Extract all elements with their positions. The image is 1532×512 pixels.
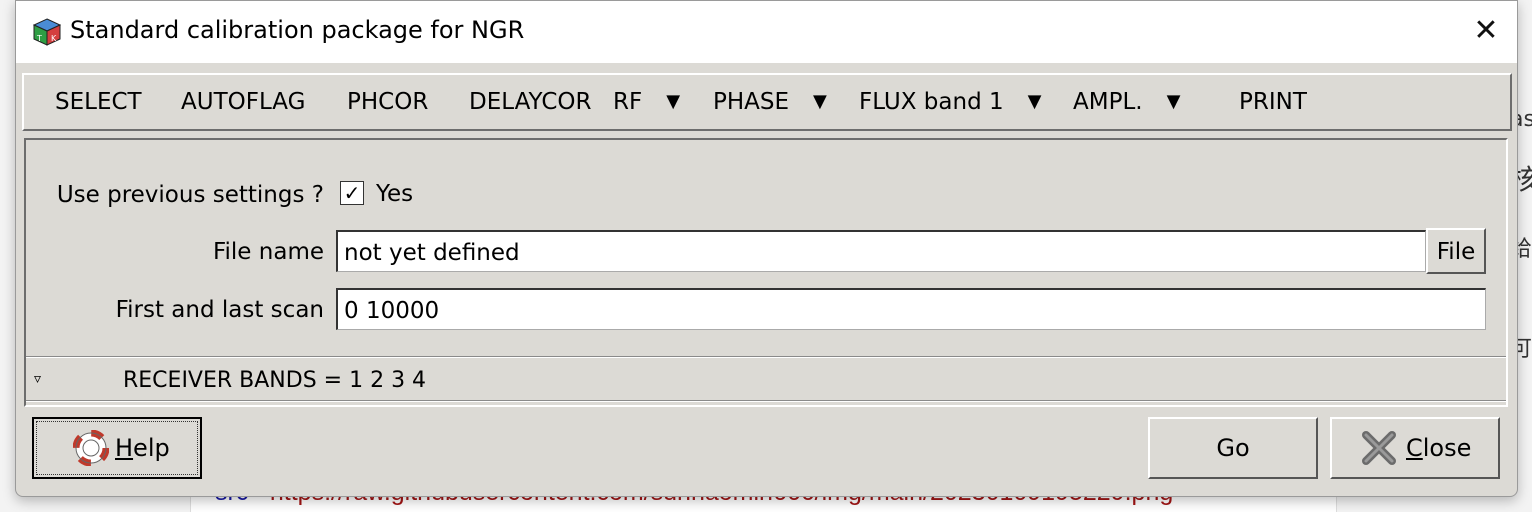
svg-text:K: K xyxy=(51,34,57,43)
scan-range-input[interactable]: 0 10000 xyxy=(336,288,1486,330)
go-button[interactable]: Go xyxy=(1148,417,1318,479)
title-bar[interactable]: T K Standard calibration package for NGR… xyxy=(16,1,1517,63)
menu-print[interactable]: PRINT xyxy=(1239,89,1307,115)
menu-rf[interactable]: RF ▼ xyxy=(613,89,680,115)
file-name-label: File name xyxy=(212,239,324,265)
help-button[interactable]: Help xyxy=(32,417,202,479)
go-button-label: Go xyxy=(1216,434,1250,462)
window-title: Standard calibration package for NGR xyxy=(70,16,525,44)
close-button-label: Close xyxy=(1406,434,1472,462)
menu-ampl[interactable]: AMPL. ▼ xyxy=(1073,89,1180,115)
menu-phcor[interactable]: PHCOR xyxy=(347,89,428,115)
chevron-down-icon: ▼ xyxy=(1166,91,1181,112)
use-previous-checkbox[interactable]: ✓ xyxy=(340,181,364,205)
help-button-focus: Help xyxy=(36,421,198,475)
menu-autoflag[interactable]: AUTOFLAG xyxy=(181,89,305,115)
expand-triangle-icon[interactable]: ▿ xyxy=(34,371,41,387)
chevron-down-icon: ▼ xyxy=(666,91,681,112)
close-x-icon xyxy=(1360,429,1398,467)
use-previous-label: Use previous settings ? xyxy=(56,182,324,208)
receiver-bands-label: RECEIVER BANDS = 1 2 3 4 xyxy=(123,368,427,393)
scan-range-label: First and last scan xyxy=(115,297,324,323)
help-button-label: Help xyxy=(115,434,170,462)
app-cube-icon: T K xyxy=(32,17,62,47)
lifebuoy-icon xyxy=(73,430,109,466)
chevron-down-icon: ▼ xyxy=(813,91,827,112)
menu-delaycor[interactable]: DELAYCOR xyxy=(469,89,591,115)
file-browse-button[interactable]: File xyxy=(1426,228,1486,274)
settings-panel: Use previous settings ? ✓ Yes File name … xyxy=(24,138,1508,407)
menu-phase[interactable]: PHASE ▼ xyxy=(713,89,827,115)
menu-select[interactable]: SELECT xyxy=(55,89,142,115)
calibration-dialog: T K Standard calibration package for NGR… xyxy=(15,0,1518,497)
menubar: SELECT AUTOFLAG PHCOR DELAYCOR RF ▼ PHASE… xyxy=(22,73,1512,131)
chevron-down-icon: ▼ xyxy=(1027,91,1042,112)
yes-label: Yes xyxy=(376,181,414,207)
menu-flux-band[interactable]: FLUX band 1 ▼ xyxy=(859,89,1041,115)
divider xyxy=(26,400,1506,402)
file-name-input[interactable]: not yet defined xyxy=(336,230,1426,272)
svg-text:T: T xyxy=(36,34,42,43)
close-button[interactable]: Close xyxy=(1330,417,1500,479)
close-window-icon[interactable]: ✕ xyxy=(1468,13,1504,49)
divider xyxy=(26,356,1506,358)
